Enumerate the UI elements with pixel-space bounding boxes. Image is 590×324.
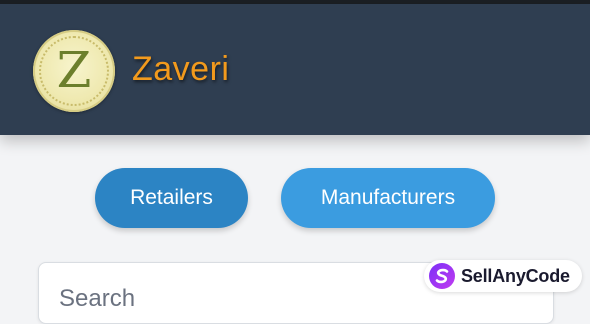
sellanycode-watermark: SellAnyCode: [424, 260, 582, 292]
app-header: Z Zaveri: [0, 4, 590, 135]
tab-retailers[interactable]: Retailers: [95, 168, 248, 228]
logo-letter: Z: [56, 41, 92, 99]
zaveri-logo: Z: [33, 30, 115, 112]
app-title: Zaveri: [132, 50, 230, 88]
sellanycode-logo-icon: [429, 263, 455, 289]
watermark-text: SellAnyCode: [461, 265, 570, 286]
tab-manufacturers[interactable]: Manufacturers: [281, 168, 495, 228]
search-input[interactable]: [59, 281, 419, 317]
